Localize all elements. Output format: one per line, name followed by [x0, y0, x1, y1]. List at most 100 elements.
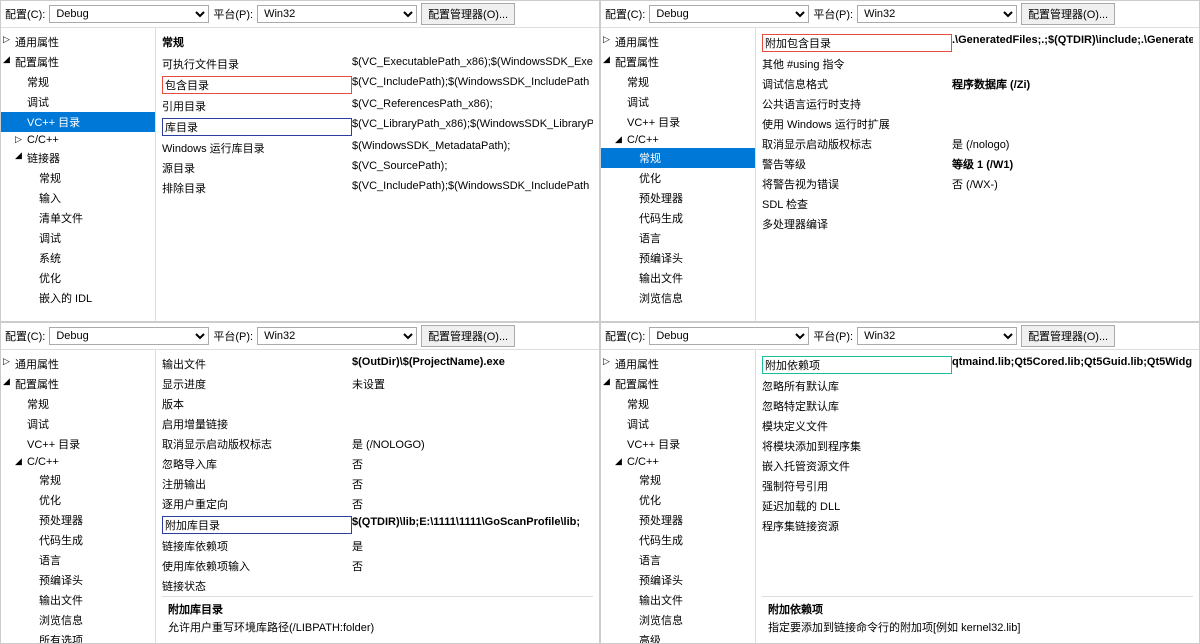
tree-item-cpp-browse[interactable]: 浏览信息 — [1, 610, 155, 630]
prop-row[interactable]: 警告等级等级 1 (/W1) — [762, 154, 1193, 174]
tree-item-cpp-preproc[interactable]: 预处理器 — [601, 188, 755, 208]
tree-item-general[interactable]: 常规 — [1, 72, 155, 92]
platform-select[interactable]: Win32 — [257, 327, 417, 345]
prop-row[interactable]: 模块定义文件 — [762, 416, 1193, 436]
prop-row[interactable]: 多处理器编译 — [762, 214, 1193, 234]
platform-select[interactable]: Win32 — [257, 5, 417, 23]
tree-item-debug[interactable]: 调试 — [1, 92, 155, 112]
tree-item-vcpp-dir[interactable]: VC++ 目录 — [601, 434, 755, 454]
prop-row[interactable]: 包含目录$(VC_IncludePath);$(WindowsSDK_Inclu… — [162, 74, 593, 96]
prop-row[interactable]: 程序集链接资源 — [762, 516, 1193, 536]
tree-item-cpp-optimize[interactable]: 优化 — [601, 490, 755, 510]
platform-select[interactable]: Win32 — [857, 327, 1017, 345]
tree-item-debug[interactable]: 调试 — [601, 92, 755, 112]
tree-item-cpp-general[interactable]: 常规 — [601, 148, 755, 168]
tree-item-cpp[interactable]: ◢C/C++ — [1, 454, 155, 470]
config-select[interactable]: Debug — [649, 5, 809, 23]
tree-item-cpp-output[interactable]: 输出文件 — [601, 268, 755, 288]
prop-row[interactable]: 嵌入托管资源文件 — [762, 456, 1193, 476]
tree-item-common[interactable]: ▷通用属性 — [1, 32, 155, 52]
tree-item-cpp-language[interactable]: 语言 — [1, 550, 155, 570]
tree-item-linker-manifest[interactable]: 清单文件 — [1, 208, 155, 228]
prop-row[interactable]: 版本 — [162, 394, 593, 414]
prop-row[interactable]: 延迟加载的 DLL — [762, 496, 1193, 516]
tree-item-cpp[interactable]: ▷C/C++ — [1, 132, 155, 148]
prop-row[interactable]: 链接状态 — [162, 576, 593, 596]
tree-item-common[interactable]: ▷通用属性 — [601, 354, 755, 374]
prop-row[interactable]: 排除目录$(VC_IncludePath);$(WindowsSDK_Inclu… — [162, 178, 593, 198]
prop-row[interactable]: 忽略特定默认库 — [762, 396, 1193, 416]
prop-row[interactable]: 忽略导入库否 — [162, 454, 593, 474]
tree-item-vcpp-dir[interactable]: VC++ 目录 — [601, 112, 755, 132]
tree-item-cpp-optimize[interactable]: 优化 — [601, 168, 755, 188]
tree-item-cpp-output[interactable]: 输出文件 — [1, 590, 155, 610]
prop-row[interactable]: 使用 Windows 运行时扩展 — [762, 114, 1193, 134]
tree-item-cpp[interactable]: ◢C/C++ — [601, 454, 755, 470]
tree-item-cpp-precomp[interactable]: 预编译头 — [601, 570, 755, 590]
prop-row[interactable]: 取消显示启动版权标志是 (/nologo) — [762, 134, 1193, 154]
config-manager-button[interactable]: 配置管理器(O)... — [421, 3, 515, 25]
prop-row[interactable]: 将警告视为错误否 (/WX-) — [762, 174, 1193, 194]
config-manager-button[interactable]: 配置管理器(O)... — [421, 325, 515, 347]
prop-row[interactable]: 输出文件$(OutDir)\$(ProjectName).exe — [162, 354, 593, 374]
prop-row[interactable]: 忽略所有默认库 — [762, 376, 1193, 396]
prop-row[interactable]: 公共语言运行时支持 — [762, 94, 1193, 114]
tree-item-cpp-output[interactable]: 输出文件 — [601, 590, 755, 610]
prop-row[interactable]: SDL 检查 — [762, 194, 1193, 214]
tree-item-config[interactable]: ◢配置属性 — [1, 52, 155, 72]
tree-item-debug[interactable]: 调试 — [601, 414, 755, 434]
tree-item-cpp-codegen[interactable]: 代码生成 — [1, 530, 155, 550]
tree-item-linker-general[interactable]: 常规 — [1, 168, 155, 188]
tree-item-linker-optimize[interactable]: 优化 — [1, 268, 155, 288]
tree-item-config[interactable]: ◢配置属性 — [1, 374, 155, 394]
tree-item-cpp-preproc[interactable]: 预处理器 — [601, 510, 755, 530]
prop-row[interactable]: 其他 #using 指令 — [762, 54, 1193, 74]
tree-item-general[interactable]: 常规 — [601, 394, 755, 414]
tree-item-cpp-advanced[interactable]: 高级 — [601, 630, 755, 643]
prop-row[interactable]: 可执行文件目录$(VC_ExecutablePath_x86);$(Window… — [162, 54, 593, 74]
prop-row[interactable]: 将模块添加到程序集 — [762, 436, 1193, 456]
tree-item-cpp-optimize[interactable]: 优化 — [1, 490, 155, 510]
tree-item-linker-idl[interactable]: 嵌入的 IDL — [1, 288, 155, 308]
tree-item-cpp-browse[interactable]: 浏览信息 — [601, 288, 755, 308]
prop-row[interactable]: 引用目录$(VC_ReferencesPath_x86); — [162, 96, 593, 116]
prop-row[interactable]: 附加依赖项qtmaind.lib;Qt5Cored.lib;Qt5Guid.li… — [762, 354, 1193, 376]
tree-item-cpp-all[interactable]: 所有选项 — [1, 630, 155, 643]
tree-item-config[interactable]: ◢配置属性 — [601, 374, 755, 394]
tree-item-cpp-language[interactable]: 语言 — [601, 550, 755, 570]
config-manager-button[interactable]: 配置管理器(O)... — [1021, 3, 1115, 25]
prop-row[interactable]: 取消显示启动版权标志是 (/NOLOGO) — [162, 434, 593, 454]
prop-row[interactable]: 库目录$(VC_LibraryPath_x86);$(WindowsSDK_Li… — [162, 116, 593, 138]
tree-item-cpp-general[interactable]: 常规 — [601, 470, 755, 490]
tree-item-cpp-precomp[interactable]: 预编译头 — [1, 570, 155, 590]
prop-row[interactable]: 使用库依赖项输入否 — [162, 556, 593, 576]
config-manager-button[interactable]: 配置管理器(O)... — [1021, 325, 1115, 347]
prop-row[interactable]: 启用增量链接 — [162, 414, 593, 434]
prop-row[interactable]: Windows 运行库目录$(WindowsSDK_MetadataPath); — [162, 138, 593, 158]
prop-row[interactable]: 强制符号引用 — [762, 476, 1193, 496]
tree-item-general[interactable]: 常规 — [601, 72, 755, 92]
tree-item-debug[interactable]: 调试 — [1, 414, 155, 434]
config-select[interactable]: Debug — [49, 5, 209, 23]
prop-row[interactable]: 链接库依赖项是 — [162, 536, 593, 556]
prop-row[interactable]: 调试信息格式程序数据库 (/Zi) — [762, 74, 1193, 94]
prop-row[interactable]: 注册输出否 — [162, 474, 593, 494]
platform-select[interactable]: Win32 — [857, 5, 1017, 23]
config-select[interactable]: Debug — [49, 327, 209, 345]
tree-item-linker[interactable]: ◢链接器 — [1, 148, 155, 168]
tree-item-cpp-language[interactable]: 语言 — [601, 228, 755, 248]
tree-item-cpp-codegen[interactable]: 代码生成 — [601, 530, 755, 550]
tree-item-general[interactable]: 常规 — [1, 394, 155, 414]
tree-item-vcpp-dir[interactable]: VC++ 目录 — [1, 434, 155, 454]
tree-item-linker-input[interactable]: 输入 — [1, 188, 155, 208]
tree-item-cpp-general[interactable]: 常规 — [1, 470, 155, 490]
tree-item-cpp-browse[interactable]: 浏览信息 — [601, 610, 755, 630]
config-select[interactable]: Debug — [649, 327, 809, 345]
tree-item-vcpp-dir[interactable]: VC++ 目录 — [1, 112, 155, 132]
tree-item-cpp-codegen[interactable]: 代码生成 — [601, 208, 755, 228]
prop-row[interactable]: 逐用户重定向否 — [162, 494, 593, 514]
prop-row[interactable]: 显示进度未设置 — [162, 374, 593, 394]
prop-row[interactable]: 附加库目录$(QTDIR)\lib;E:\1111\1111\GoScanPro… — [162, 514, 593, 536]
prop-row[interactable]: 源目录$(VC_SourcePath); — [162, 158, 593, 178]
tree-item-config[interactable]: ◢配置属性 — [601, 52, 755, 72]
